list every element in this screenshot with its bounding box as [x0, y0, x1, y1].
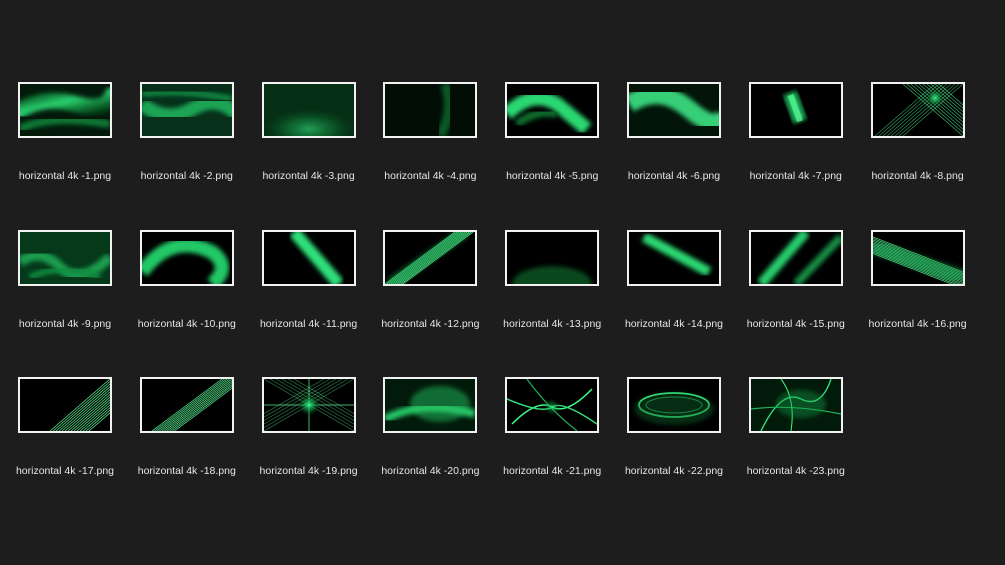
file-item[interactable]: horizontal 4k -3.png [254, 82, 364, 192]
file-name-label: horizontal 4k -10.png [137, 317, 236, 330]
file-item[interactable]: horizontal 4k -5.png [497, 82, 607, 192]
file-name-label: horizontal 4k -17.png [15, 465, 115, 477]
file-item[interactable]: horizontal 4k -7.png [741, 82, 851, 192]
file-thumbnail[interactable] [139, 82, 234, 138]
file-thumbnail[interactable] [261, 82, 356, 138]
file-name-label: horizontal 4k -6.png [627, 170, 721, 182]
file-name-label: horizontal 4k -5.png [506, 170, 599, 182]
file-item[interactable]: horizontal 4k -21.png [497, 377, 607, 487]
file-item[interactable]: horizontal 4k -18.png [132, 377, 242, 487]
file-thumbnail[interactable] [139, 229, 234, 286]
file-thumbnail[interactable] [139, 377, 234, 433]
file-thumbnail[interactable] [383, 377, 478, 433]
file-item[interactable]: horizontal 4k -8.png [863, 82, 973, 192]
file-item[interactable]: horizontal 4k -22.png [619, 377, 729, 487]
file-thumbnail[interactable] [627, 82, 721, 138]
file-item[interactable]: horizontal 4k -16.png [863, 229, 973, 340]
file-item[interactable]: horizontal 4k -10.png [132, 229, 242, 340]
file-name-label: horizontal 4k -19.png [259, 465, 358, 477]
file-name-label: horizontal 4k -20.png [381, 465, 480, 477]
file-item[interactable]: horizontal 4k -4.png [375, 82, 485, 192]
file-item[interactable]: horizontal 4k -15.png [741, 229, 851, 340]
file-name-label: horizontal 4k -21.png [503, 465, 602, 477]
file-thumbnail[interactable] [383, 229, 478, 286]
file-name-label: horizontal 4k -15.png [746, 317, 845, 330]
file-thumbnail[interactable] [505, 82, 600, 138]
file-name-label: horizontal 4k -23.png [746, 465, 845, 477]
file-name-label: horizontal 4k -8.png [871, 170, 964, 182]
file-grid: horizontal 4k -1.png horizontal 4k -2.pn… [0, 0, 1005, 565]
file-thumbnail[interactable] [748, 82, 843, 138]
file-item[interactable]: horizontal 4k -2.png [132, 82, 242, 192]
file-name-label: horizontal 4k -13.png [503, 317, 602, 330]
file-thumbnail[interactable] [505, 229, 600, 286]
file-item[interactable]: horizontal 4k -9.png [10, 229, 120, 340]
file-name-label: horizontal 4k -2.png [140, 170, 233, 182]
file-thumbnail[interactable] [261, 377, 356, 433]
file-thumbnail[interactable] [748, 229, 843, 286]
file-thumbnail[interactable] [870, 82, 965, 138]
file-item[interactable]: horizontal 4k -14.png [619, 229, 729, 340]
file-thumbnail[interactable] [261, 229, 356, 286]
file-name-label: horizontal 4k -9.png [18, 317, 112, 330]
file-item[interactable]: horizontal 4k -19.png [254, 377, 364, 487]
file-name-label: horizontal 4k -14.png [624, 317, 724, 330]
file-item[interactable]: horizontal 4k -12.png [375, 229, 485, 340]
file-name-label: horizontal 4k -16.png [868, 317, 967, 330]
file-thumbnail[interactable] [505, 377, 600, 433]
file-thumbnail[interactable] [627, 229, 721, 286]
file-thumbnail[interactable] [383, 82, 478, 138]
file-item[interactable]: horizontal 4k -17.png [10, 377, 120, 487]
file-thumbnail[interactable] [870, 229, 965, 286]
file-thumbnail[interactable] [748, 377, 843, 433]
file-name-label: horizontal 4k -3.png [262, 170, 355, 182]
file-thumbnail[interactable] [627, 377, 721, 433]
file-thumbnail[interactable] [18, 377, 112, 433]
file-item[interactable]: horizontal 4k -20.png [375, 377, 485, 487]
file-name-label: horizontal 4k -7.png [749, 170, 842, 182]
file-item[interactable]: horizontal 4k -1.png [10, 82, 120, 192]
file-item[interactable]: horizontal 4k -6.png [619, 82, 729, 192]
file-item[interactable]: horizontal 4k -13.png [497, 229, 607, 340]
file-name-label: horizontal 4k -22.png [624, 465, 724, 477]
file-name-label: horizontal 4k -1.png [18, 170, 112, 182]
file-thumbnail[interactable] [18, 82, 112, 138]
file-name-label: horizontal 4k -18.png [137, 465, 236, 477]
file-name-label: horizontal 4k -4.png [384, 170, 477, 182]
file-item[interactable]: horizontal 4k -11.png [254, 229, 364, 340]
file-item[interactable]: horizontal 4k -23.png [741, 377, 851, 487]
file-thumbnail[interactable] [18, 229, 112, 286]
file-name-label: horizontal 4k -12.png [381, 317, 480, 330]
file-name-label: horizontal 4k -11.png [259, 317, 358, 330]
